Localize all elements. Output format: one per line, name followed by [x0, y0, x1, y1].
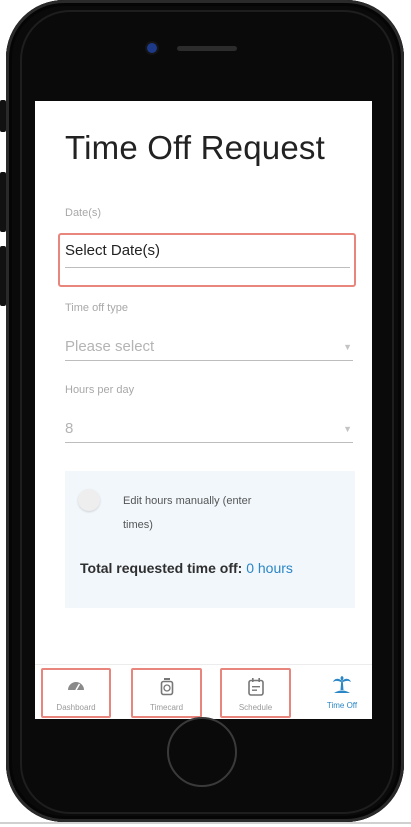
bottom-nav: Dashboard Timecard Schedule Time Off: [35, 664, 372, 719]
manual-hours-label: Edit hours manually (enter times): [123, 495, 252, 531]
gauge-icon: [43, 678, 109, 696]
type-label: Time off type: [65, 302, 128, 314]
front-camera: [147, 43, 157, 53]
dates-underline: [65, 267, 350, 268]
hours-select[interactable]: 8: [65, 420, 73, 437]
type-dropdown-caret-icon[interactable]: ▼: [343, 342, 352, 352]
total-requested: Total requested time off: 0 hours: [80, 560, 293, 576]
manual-hours-panel: Edit hours manually (enter times) Total …: [65, 471, 355, 608]
hours-underline: [65, 442, 353, 443]
home-button[interactable]: [167, 717, 237, 787]
calendar-icon: [222, 678, 289, 696]
hours-label: Hours per day: [65, 384, 135, 396]
volume-down-button: [0, 246, 6, 306]
type-underline: [65, 360, 353, 361]
page-bottom-rule: [0, 822, 411, 824]
hours-dropdown-caret-icon[interactable]: ▼: [343, 424, 352, 434]
nav-label-timecard: Timecard: [149, 703, 184, 712]
manual-hours-toggle[interactable]: [78, 489, 100, 511]
nav-label-schedule: Schedule: [238, 703, 273, 712]
nav-item-time-off[interactable]: Time Off: [310, 668, 372, 718]
total-value: 0 hours: [246, 560, 293, 576]
palm-tree-icon: [310, 676, 372, 694]
app-screen: Time Off Request Date(s) Select Date(s) …: [35, 101, 372, 719]
stopwatch-icon: [133, 678, 200, 696]
mute-switch: [0, 100, 6, 132]
nav-label-dashboard: Dashboard: [56, 703, 96, 712]
nav-label-time-off: Time Off: [326, 701, 358, 710]
dates-field[interactable]: Select Date(s): [65, 242, 160, 259]
type-select[interactable]: Please select: [65, 338, 154, 355]
nav-item-dashboard[interactable]: Dashboard: [41, 668, 111, 718]
nav-item-timecard[interactable]: Timecard: [131, 668, 202, 718]
total-label: Total requested time off:: [80, 560, 243, 576]
nav-item-schedule[interactable]: Schedule: [220, 668, 291, 718]
earpiece-speaker: [177, 46, 237, 51]
page-title: Time Off Request: [65, 129, 325, 166]
dates-label: Date(s): [65, 207, 102, 219]
volume-up-button: [0, 172, 6, 232]
